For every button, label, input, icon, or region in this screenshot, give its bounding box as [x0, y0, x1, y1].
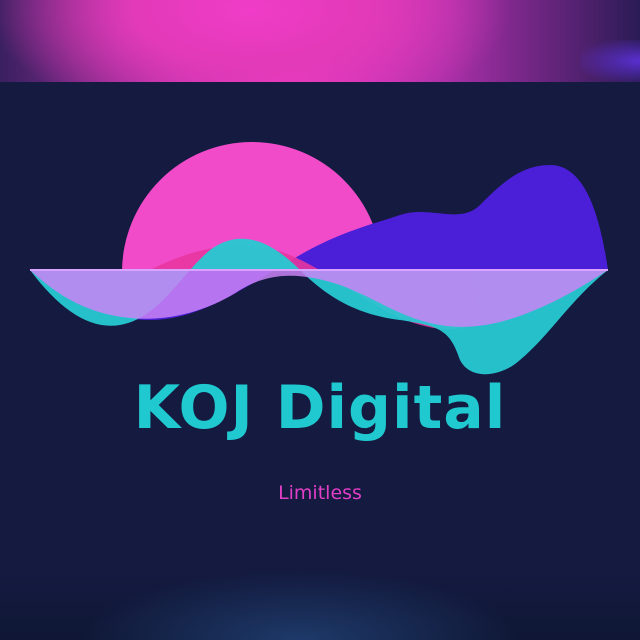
brand-name: KOJ Digital [133, 373, 507, 443]
sun-wave-logo-icon [30, 142, 608, 410]
brand-tagline: Limitless [278, 482, 362, 504]
logo-canvas: KOJ Digital Limitless [0, 0, 640, 640]
